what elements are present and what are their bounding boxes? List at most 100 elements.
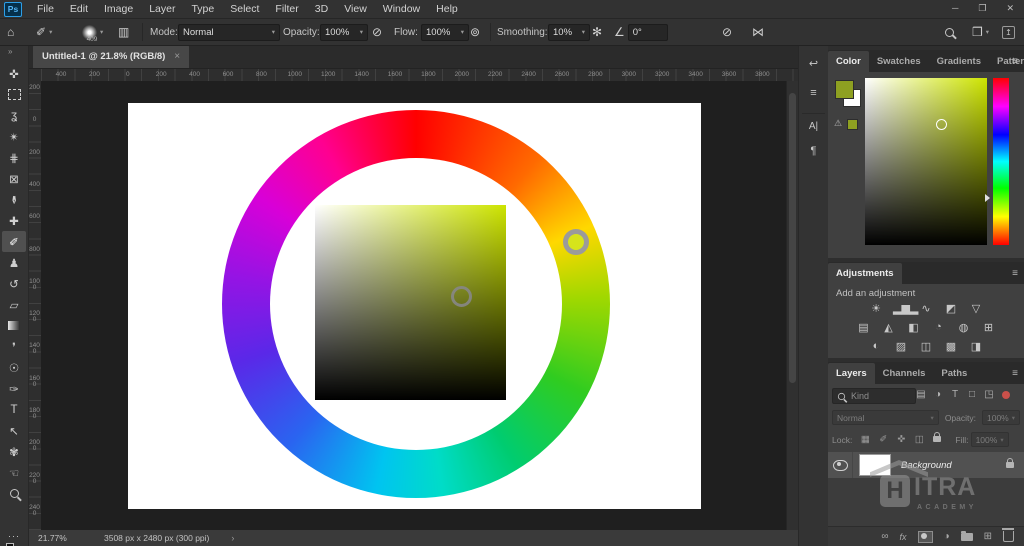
eraser-tool[interactable]: ▱: [2, 294, 26, 315]
posterize-icon[interactable]: ▨: [893, 340, 909, 353]
restore-button[interactable]: ❐: [978, 0, 986, 17]
shape-tool[interactable]: ✾: [2, 441, 26, 462]
filter-smart-objects-icon[interactable]: ◳: [982, 389, 996, 400]
black-white-icon[interactable]: ◧: [906, 321, 922, 334]
hue-slider[interactable]: [993, 78, 1009, 245]
smoothing-options-button[interactable]: ✻: [592, 19, 602, 45]
properties-panel-icon[interactable]: ≡: [799, 87, 828, 99]
menu-item-filter[interactable]: Filter: [267, 0, 306, 18]
type-tool[interactable]: T: [2, 399, 26, 420]
close-button[interactable]: ✕: [1006, 0, 1014, 17]
workspace-switcher[interactable]: ❒ ▾: [972, 19, 989, 45]
layer-opacity-input[interactable]: 100% ▾: [982, 410, 1020, 425]
panel-foreground-swatch[interactable]: [835, 80, 854, 99]
pressure-opacity-button[interactable]: ⊘: [372, 19, 382, 45]
brush-tool[interactable]: ✐: [2, 231, 26, 252]
brush-preset-picker[interactable]: 409 ▾: [82, 19, 103, 45]
vibrance-icon[interactable]: ▽: [968, 302, 984, 315]
zoom-tool[interactable]: [2, 483, 26, 504]
panel-menu-icon[interactable]: ≡: [1012, 368, 1018, 379]
filter-adjustment-layers-icon[interactable]: ◑: [931, 389, 945, 400]
lock-all-icon[interactable]: [929, 432, 945, 445]
move-tool[interactable]: ✜: [2, 63, 26, 84]
gradient-tool[interactable]: [2, 315, 26, 336]
opacity-input[interactable]: 100% ▾: [320, 23, 368, 41]
adjustment-layer-icon[interactable]: ◑: [944, 531, 950, 542]
blend-mode-select[interactable]: Normal ▾: [178, 23, 280, 41]
dodge-tool[interactable]: ☉: [2, 357, 26, 378]
blur-tool[interactable]: ❜: [2, 336, 26, 357]
angle-input[interactable]: 0°: [627, 23, 668, 41]
filter-shape-layers-icon[interactable]: □: [965, 389, 979, 400]
document-tab[interactable]: Untitled-1 @ 21.8% (RGB/8) ×: [33, 45, 190, 68]
menu-item-image[interactable]: Image: [96, 0, 141, 18]
layer-mask-icon[interactable]: [917, 530, 933, 543]
frame-tool[interactable]: ⊠: [2, 168, 26, 189]
levels-icon[interactable]: ▂▆▂: [893, 302, 918, 315]
paragraph-panel-icon[interactable]: ¶: [799, 145, 828, 157]
channel-mixer-icon[interactable]: ◍: [956, 321, 972, 334]
history-panel-icon[interactable]: ↩: [799, 57, 828, 70]
menu-item-view[interactable]: View: [336, 0, 375, 18]
menu-item-edit[interactable]: Edit: [62, 0, 96, 18]
eyedropper-tool[interactable]: ✒: [2, 189, 26, 210]
layer-filter-toggle[interactable]: [1002, 391, 1010, 399]
layer-blend-mode-select[interactable]: Normal ▾: [832, 410, 939, 425]
zoom-level-field[interactable]: 21.77%: [38, 533, 90, 543]
menu-item-select[interactable]: Select: [222, 0, 267, 18]
paint-symmetry-button[interactable]: ⋈: [752, 19, 764, 45]
pressure-size-button[interactable]: ⊘: [722, 19, 732, 45]
search-button[interactable]: [945, 19, 954, 45]
threshold-icon[interactable]: ◫: [918, 340, 934, 353]
color-lookup-icon[interactable]: ⊞: [981, 321, 997, 334]
layer-thumbnail[interactable]: [859, 454, 891, 476]
exposure-icon[interactable]: ◩: [943, 302, 959, 315]
menu-item-window[interactable]: Window: [375, 0, 428, 18]
brightness-contrast-icon[interactable]: ☀: [868, 302, 884, 315]
history-brush-tool[interactable]: ↺: [2, 273, 26, 294]
hud-saturation-brightness-box[interactable]: [315, 205, 506, 400]
link-layers-icon[interactable]: ∞: [881, 531, 888, 542]
menu-item-file[interactable]: File: [29, 0, 62, 18]
crop-tool[interactable]: ⋕: [2, 147, 26, 168]
lock-position-icon[interactable]: ✜: [893, 434, 909, 445]
character-panel-icon[interactable]: A|: [799, 121, 828, 132]
path-select-tool[interactable]: ↖: [2, 420, 26, 441]
gamut-warning-swatch[interactable]: [847, 119, 858, 130]
layer-effects-icon[interactable]: fx: [900, 532, 907, 542]
hue-ring-selector[interactable]: [563, 229, 589, 255]
lock-transparent-pixels-icon[interactable]: ▦: [857, 434, 873, 445]
new-layer-icon[interactable]: ⊞: [984, 531, 992, 542]
layer-filter-type-select[interactable]: Kind: [832, 388, 916, 404]
gradient-map-icon[interactable]: ▩: [943, 340, 959, 353]
invert-icon[interactable]: ◐: [868, 340, 884, 353]
canvas-area[interactable]: [41, 81, 786, 530]
menu-item-help[interactable]: Help: [428, 0, 466, 18]
hand-tool[interactable]: ☜: [2, 462, 26, 483]
edit-toolbar-icon[interactable]: ···: [0, 531, 28, 541]
pen-tool[interactable]: ✑: [2, 378, 26, 399]
tab-adjustments[interactable]: Adjustments: [828, 263, 902, 284]
marquee-tool[interactable]: [2, 84, 26, 105]
lock-image-pixels-icon[interactable]: ✐: [875, 434, 891, 445]
close-tab-icon[interactable]: ×: [174, 51, 180, 62]
home-button[interactable]: ⌂: [7, 19, 14, 45]
menu-item-type[interactable]: Type: [183, 0, 222, 18]
selective-color-icon[interactable]: ◨: [968, 340, 984, 353]
magic-wand-tool[interactable]: ✴: [2, 126, 26, 147]
toggle-brush-panel-button[interactable]: ▥: [118, 19, 129, 45]
filter-type-layers-icon[interactable]: T: [948, 389, 962, 400]
layer-group-icon[interactable]: [960, 530, 973, 541]
brush-angle-control[interactable]: ∠ 0°: [614, 19, 668, 45]
saturation-brightness-selector[interactable]: [451, 286, 472, 307]
curves-icon[interactable]: ∿: [918, 302, 934, 315]
lock-artboard-icon[interactable]: ◫: [911, 434, 927, 445]
layer-visibility-toggle[interactable]: [828, 452, 853, 478]
smoothing-input[interactable]: 10% ▾: [548, 23, 590, 41]
share-button[interactable]: ↥: [1002, 19, 1015, 45]
gamut-warning-icon[interactable]: ⚠: [834, 118, 842, 129]
healing-brush-tool[interactable]: ✚: [2, 210, 26, 231]
hue-slider-pointer[interactable]: [985, 194, 990, 202]
status-options-icon[interactable]: ›: [231, 533, 234, 543]
brush-tool-preset[interactable]: ✐ ▾: [36, 19, 52, 45]
